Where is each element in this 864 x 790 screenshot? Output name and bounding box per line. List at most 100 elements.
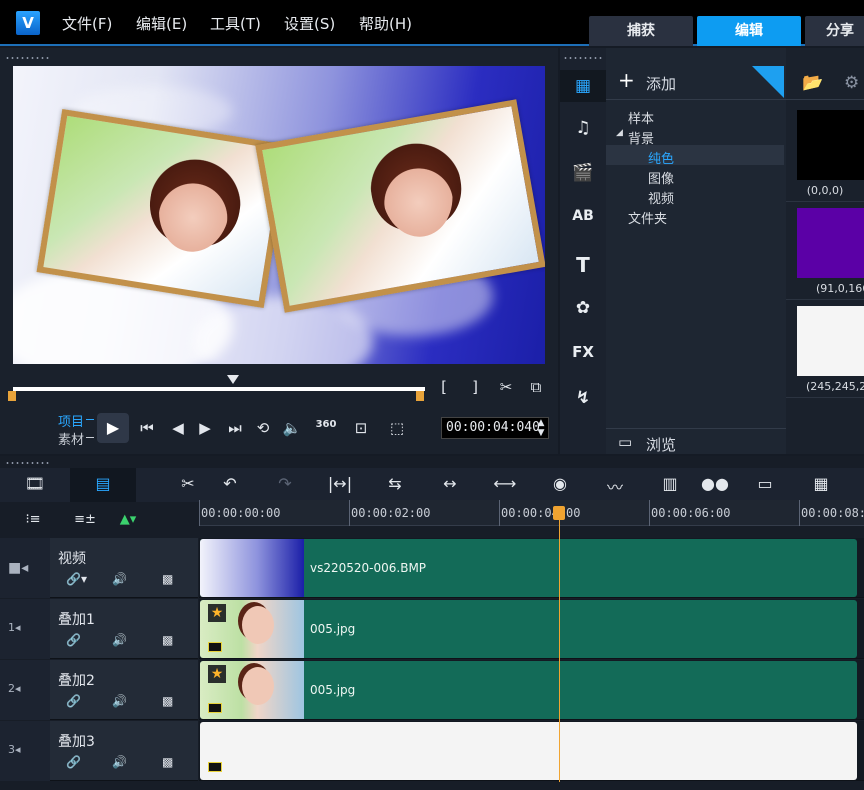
overlay1-track-icon[interactable]: 1◂ — [8, 621, 21, 634]
timeline-view-icon[interactable]: ▤ — [88, 474, 118, 493]
add-label[interactable]: 添加 — [646, 73, 676, 94]
audio-wave-icon[interactable]: 〰 — [600, 474, 630, 498]
color-swatch-purple[interactable] — [797, 208, 864, 278]
tree-video[interactable]: 视频 — [648, 188, 674, 207]
link-icon[interactable]: 🔗 — [66, 633, 81, 647]
link-icon[interactable]: 🔗 — [66, 694, 81, 708]
fit-window-icon[interactable]: ⇆ — [380, 474, 410, 493]
tab-capture[interactable]: 捕获 — [589, 16, 693, 46]
track-lane-video[interactable]: vs220520-006.BMP — [199, 538, 864, 598]
menu-edit[interactable]: 编辑(E) — [136, 13, 187, 34]
home-icon[interactable]: ⏮ — [137, 419, 157, 437]
mute-icon[interactable]: 🔊 — [112, 572, 127, 586]
playhead-handle[interactable] — [553, 506, 565, 520]
mode-project[interactable]: 项目 — [58, 411, 84, 430]
grid-icon[interactable]: ▦ — [806, 474, 836, 493]
overlay3-track-icon[interactable]: 3◂ — [8, 743, 21, 756]
color-swatch-white[interactable] — [797, 306, 864, 376]
menu-help[interactable]: 帮助(H) — [359, 13, 412, 34]
track-manager-icon[interactable]: ⁝≡ — [18, 512, 48, 527]
video-track-icon[interactable]: ■◂ — [8, 560, 28, 576]
add-track-icon[interactable]: ≡± — [70, 512, 100, 527]
mute-icon[interactable]: 🔊 — [112, 633, 127, 647]
transition-icon[interactable]: AB — [560, 208, 606, 224]
play-button[interactable]: ▶ — [97, 413, 129, 443]
ripple-icon[interactable]: ▩ — [162, 572, 173, 586]
mask-icon[interactable]: ●● — [700, 474, 730, 493]
tree-solid-color[interactable]: 纯色 — [648, 148, 674, 167]
trim-end-marker[interactable] — [416, 391, 424, 401]
tree-image[interactable]: 图像 — [648, 168, 674, 187]
tab-share[interactable]: 分享 — [805, 16, 864, 46]
split-clip-icon[interactable]: ✂ — [497, 378, 515, 396]
import-folder-icon[interactable]: 📂 — [802, 73, 823, 93]
redo-icon[interactable]: ↷ — [270, 474, 300, 493]
instant-project-icon[interactable]: 🎬 — [560, 163, 606, 183]
mode-clip[interactable]: 素材 — [58, 429, 84, 448]
360-icon[interactable]: 360 — [310, 419, 342, 430]
menu-settings[interactable]: 设置(S) — [284, 13, 335, 34]
panel-grip[interactable] — [563, 56, 603, 60]
tree-folder[interactable]: 文件夹 — [628, 208, 667, 227]
volume-icon[interactable]: 🔈 — [282, 419, 302, 437]
resize-icon[interactable]: ⬚ — [384, 419, 410, 437]
record-icon[interactable]: ◉ — [545, 474, 575, 493]
color-clip[interactable] — [200, 722, 857, 780]
trim-start-marker[interactable] — [8, 391, 16, 401]
ripple-icon[interactable]: ▩ — [162, 755, 173, 769]
panel-grip[interactable] — [5, 56, 49, 60]
mark-out-icon[interactable]: ] — [468, 378, 482, 396]
path-icon[interactable]: ↯ — [560, 388, 606, 408]
zoom-to-fit-icon[interactable]: ⟷ — [490, 474, 520, 493]
media-icon[interactable]: ▦ — [560, 70, 606, 102]
audio-icon[interactable]: ♫ — [560, 118, 606, 138]
scrub-bar[interactable] — [13, 387, 425, 391]
add-icon[interactable]: + — [618, 70, 635, 90]
video-clip[interactable]: vs220520-006.BMP — [200, 539, 857, 597]
settings-icon[interactable]: ⚙ — [844, 73, 859, 93]
tools-icon[interactable]: ✂ — [173, 474, 203, 493]
mute-icon[interactable]: 🔊 — [112, 755, 127, 769]
track-lane-overlay2[interactable]: ★ 005.jpg — [199, 660, 864, 720]
tree-expand-icon[interactable]: ◢ — [616, 128, 623, 138]
timecode-stepper-icon[interactable]: ▲ ▼ — [535, 418, 547, 438]
split-icon[interactable]: ↔ — [435, 474, 465, 493]
storyboard-view-icon[interactable]: 🎞 — [20, 474, 50, 493]
menu-tools[interactable]: 工具(T) — [210, 13, 261, 34]
ripple-icon[interactable]: ▩ — [162, 694, 173, 708]
link-icon[interactable]: 🔗▾ — [66, 572, 87, 586]
mark-in-icon[interactable]: [ — [437, 378, 451, 396]
panel-grip[interactable] — [5, 461, 49, 465]
mute-icon[interactable]: 🔊 — [112, 694, 127, 708]
browse-label[interactable]: 浏览 — [646, 434, 676, 455]
track-lane-overlay3[interactable] — [199, 721, 864, 781]
menu-file[interactable]: 文件(F) — [62, 13, 112, 34]
multicam-icon[interactable]: ▥ — [655, 474, 685, 493]
browse-icon[interactable]: ▭ — [618, 433, 632, 451]
track-lane-overlay1[interactable]: ★ 005.jpg — [199, 599, 864, 659]
overlay2-track-icon[interactable]: 2◂ — [8, 682, 21, 695]
aspect-ratio-icon[interactable]: ⊡ — [348, 419, 374, 437]
overlay-clip[interactable]: ★ 005.jpg — [200, 600, 857, 658]
overlay-clip[interactable]: ★ 005.jpg — [200, 661, 857, 719]
next-frame-icon[interactable]: ▶ — [195, 419, 215, 437]
fx-icon[interactable]: FX — [560, 343, 606, 361]
subtitle-icon[interactable]: ▭ — [750, 474, 780, 493]
title-icon[interactable]: T — [560, 253, 606, 277]
chapter-marker-icon[interactable]: ▲▾ — [113, 512, 143, 527]
timecode-display[interactable]: 00:00:04:040 — [441, 417, 549, 439]
prev-frame-icon[interactable]: ◀ — [168, 419, 188, 437]
end-icon[interactable]: ⏭ — [225, 419, 245, 437]
link-icon[interactable]: 🔗 — [66, 755, 81, 769]
repeat-icon[interactable]: ⟲ — [253, 419, 273, 437]
fit-project-icon[interactable]: |↔| — [325, 474, 355, 493]
scrubber-handle[interactable] — [227, 375, 239, 384]
enlarge-preview-icon[interactable]: ⧉ — [527, 378, 545, 396]
undo-icon[interactable]: ↶ — [215, 474, 245, 493]
color-swatch-black[interactable] — [797, 110, 864, 180]
pin-icon[interactable] — [752, 66, 784, 98]
tree-samples[interactable]: 样本 — [628, 108, 654, 127]
ripple-icon[interactable]: ▩ — [162, 633, 173, 647]
graphics-icon[interactable]: ✿ — [560, 298, 606, 318]
tab-edit[interactable]: 编辑 — [697, 16, 801, 46]
